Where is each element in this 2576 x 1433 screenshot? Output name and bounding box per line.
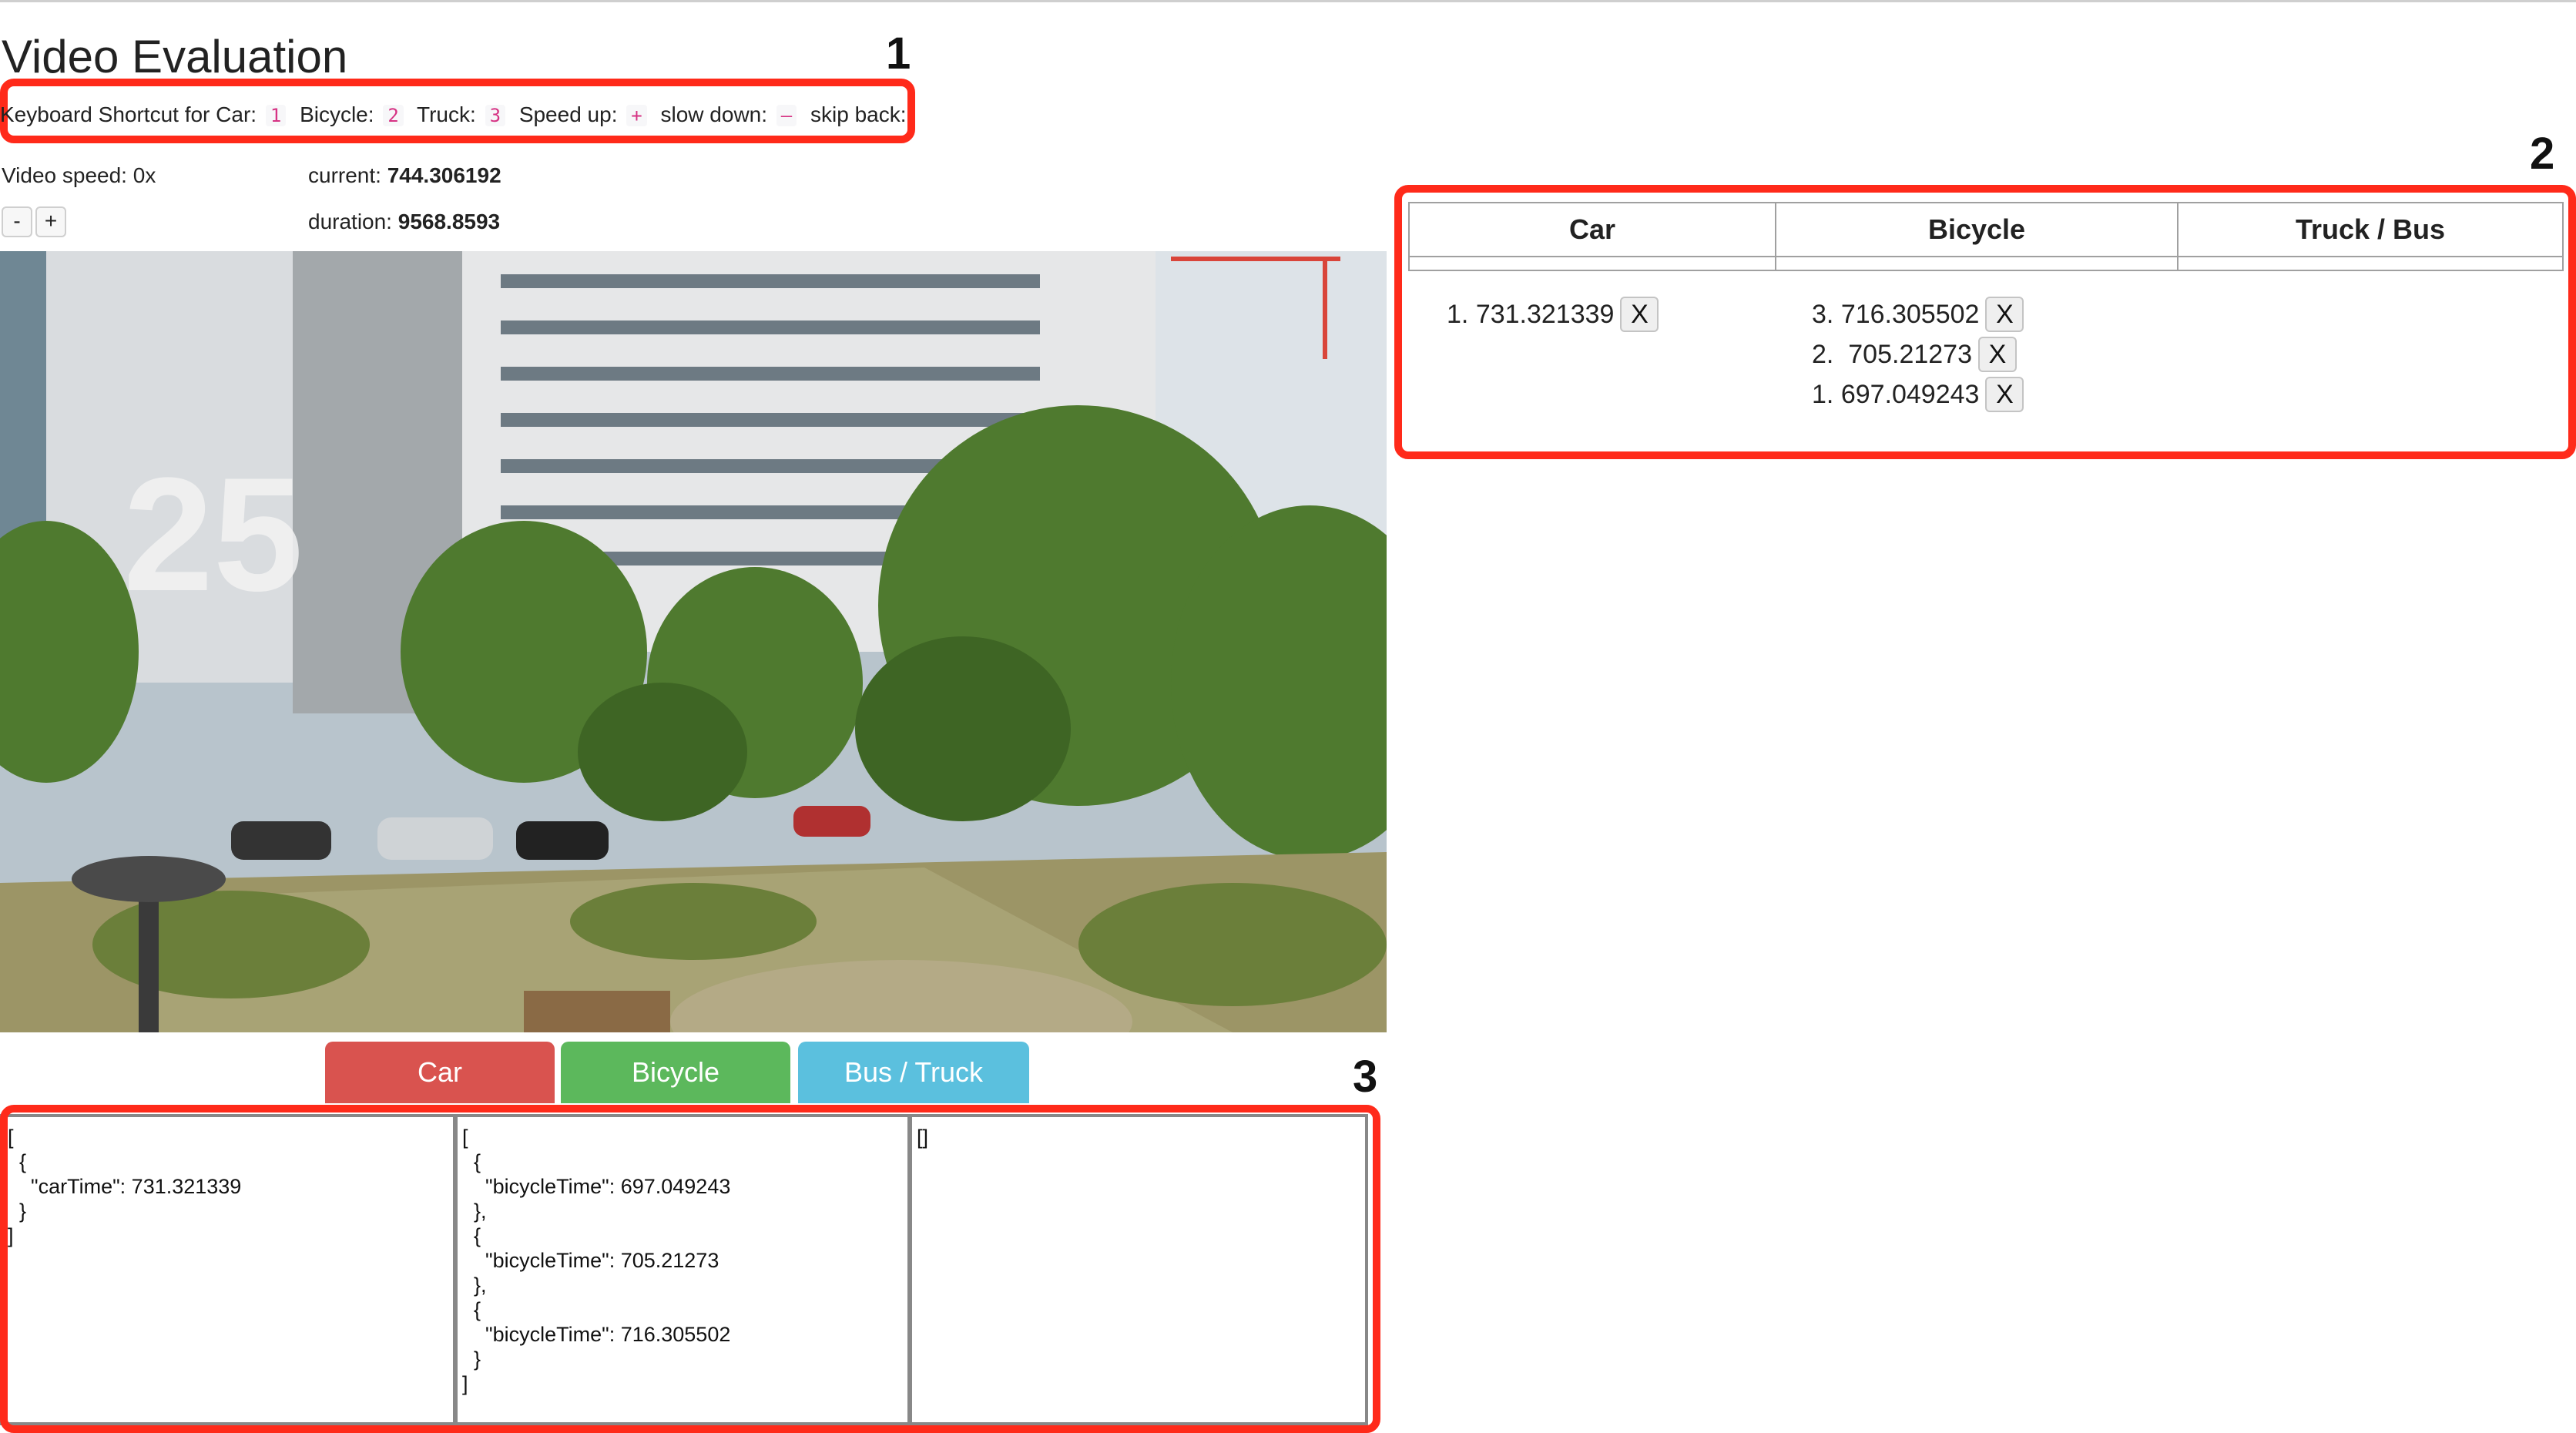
bicycle-entry: 2. 705.21273 X <box>1812 334 2024 374</box>
header-truck-bus: Truck / Bus <box>2295 213 2446 245</box>
truck-key: 3 <box>485 105 506 126</box>
slow-down-button[interactable]: - <box>2 206 32 237</box>
video-speed-value: 0x <box>132 163 156 187</box>
bicycle-entry-value: 705.21273 <box>1848 340 1972 369</box>
shortcut-prefix: Keyboard Shortcut for Car: <box>0 102 257 126</box>
skipback-shortcut-label: skip back: <box>810 102 907 126</box>
remove-bicycle-entry-button[interactable]: X <box>1985 297 2024 332</box>
remove-bicycle-entry-button[interactable]: X <box>1985 377 2024 412</box>
results-table-divider-row <box>1408 257 2564 271</box>
current-time-value: 744.306192 <box>387 163 501 187</box>
bicycle-entry-value: 716.305502 <box>1840 300 1980 329</box>
speedup-key: + <box>626 105 647 126</box>
bicycle-shortcut-label: Bicycle: <box>300 102 374 126</box>
car-entry: 1. 731.321339 X <box>1447 294 1659 334</box>
video-frame-image: 25 <box>0 251 1387 1032</box>
callout-box-3 <box>0 1105 1380 1433</box>
duration-value: 9568.8593 <box>397 210 501 233</box>
svg-text:25: 25 <box>123 444 304 625</box>
remove-car-entry-button[interactable]: X <box>1620 297 1659 332</box>
callout-number-3: 3 <box>1353 1052 1378 1102</box>
remove-bicycle-entry-button[interactable]: X <box>1978 337 2017 372</box>
car-button[interactable]: Car <box>325 1042 555 1103</box>
slowdown-shortcut-label: slow down: <box>660 102 768 126</box>
callout-number-1: 1 <box>886 29 911 79</box>
truck-shortcut-label: Truck: <box>417 102 476 126</box>
header-car: Car <box>1410 203 1776 256</box>
bus-truck-button[interactable]: Bus / Truck <box>798 1042 1029 1103</box>
bicycle-key: 2 <box>383 105 404 126</box>
duration: duration: 9568.8593 <box>308 208 500 236</box>
car-entry-value: 731.321339 <box>1475 300 1615 329</box>
bicycle-entries: 3. 716.305502 X 2. 705.21273 X 1. 697.04… <box>1812 294 2024 414</box>
header-bicycle: Bicycle <box>1776 203 2179 256</box>
results-table-header: Car Bicycle Truck / Bus <box>1408 202 2564 257</box>
page-title: Video Evaluation <box>2 31 348 82</box>
current-time: current: 744.306192 <box>308 162 501 190</box>
video-speed-label: Video speed: <box>2 163 127 187</box>
video-speed: Video speed: 0x <box>2 162 156 190</box>
bicycle-entry: 1. 697.049243 X <box>1812 374 2024 414</box>
car-entries: 1. 731.321339 X <box>1447 294 1659 334</box>
car-entry-index: 1. <box>1447 300 1469 329</box>
bicycle-entry-index: 3. <box>1812 300 1834 329</box>
bicycle-button[interactable]: Bicycle <box>561 1042 790 1103</box>
car-key: 1 <box>265 105 287 126</box>
duration-label: duration: <box>308 210 392 233</box>
speedup-shortcut-label: Speed up: <box>518 102 618 126</box>
bicycle-entry-index: 2. <box>1812 340 1834 369</box>
video-player[interactable]: 25 <box>0 251 1387 1032</box>
bicycle-entry-index: 1. <box>1812 380 1834 409</box>
bicycle-entry: 3. 716.305502 X <box>1812 294 2024 334</box>
results-table: Car Bicycle Truck / Bus <box>1408 202 2564 271</box>
callout-number-2: 2 <box>2530 129 2555 179</box>
bicycle-entry-value: 697.049243 <box>1840 380 1980 409</box>
slowdown-key: – <box>776 105 797 126</box>
keyboard-shortcuts: Keyboard Shortcut for Car: 1 Bicycle: 2 … <box>0 97 909 133</box>
current-time-label: current: <box>308 163 381 187</box>
top-divider <box>0 0 2576 2</box>
speed-up-button[interactable]: + <box>35 206 66 237</box>
